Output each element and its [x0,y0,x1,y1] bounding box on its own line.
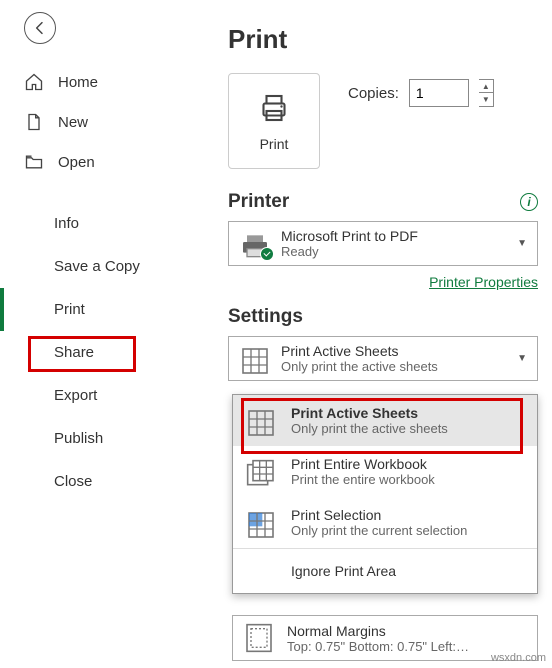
watermark: wsxdn.com [491,652,546,664]
nav-info[interactable]: Info [0,202,210,245]
nav-export[interactable]: Export [0,374,210,417]
workbook-icon [245,458,277,486]
copies-label: Copies: [348,85,399,102]
nav-save-copy[interactable]: Save a Copy [0,245,210,288]
print-what-dropdown[interactable]: Print Active Sheets Only print the activ… [228,336,538,381]
chevron-down-icon: ▼ [517,353,527,364]
print-what-sub: Only print the active sheets [281,359,511,374]
margins-title: Normal Margins [287,623,469,639]
nav-open[interactable]: Open [0,142,210,182]
printer-properties-link[interactable]: Printer Properties [429,274,538,290]
selection-icon [245,509,277,537]
option-title: Print Entire Workbook [291,456,435,472]
nav-publish[interactable]: Publish [0,417,210,460]
nav-print[interactable]: Print [0,288,210,331]
printer-status: Ready [281,244,511,259]
option-ignore-print-area[interactable]: Ignore Print Area [233,548,537,593]
sheets-icon [239,345,271,373]
nav-home[interactable]: Home [0,62,210,102]
printer-icon [256,90,292,126]
copies-spinner[interactable]: ▲ ▼ [479,79,494,107]
option-print-selection[interactable]: Print Selection Only print the current s… [233,497,537,548]
printer-device-icon [239,230,271,258]
margins-icon [243,622,275,654]
back-button[interactable] [24,12,56,44]
chevron-down-icon: ▼ [517,238,527,249]
spinner-down-icon[interactable]: ▼ [479,93,493,106]
annotation-highlight [28,336,136,372]
nav-label: Open [58,154,95,171]
arrow-left-icon [32,20,48,36]
margins-sub: Top: 0.75" Bottom: 0.75" Left:… [287,639,469,654]
copies-input[interactable] [409,79,469,107]
print-what-title: Print Active Sheets [281,343,511,359]
settings-section-title: Settings [228,306,303,328]
new-icon [24,112,44,132]
spinner-up-icon[interactable]: ▲ [479,80,493,93]
printer-dropdown[interactable]: Microsoft Print to PDF Ready ▼ [228,221,538,266]
print-button-label: Print [260,136,289,152]
nav-label: New [58,114,88,131]
ready-check-icon [260,247,274,261]
nav-new[interactable]: New [0,102,210,142]
nav-label: Home [58,74,98,91]
annotation-highlight [241,398,523,454]
option-sub: Only print the current selection [291,523,467,538]
sidebar: Home New Open Info Save a Copy Print Sha… [0,0,210,668]
home-icon [24,72,44,92]
option-sub: Print the entire workbook [291,472,435,487]
info-icon[interactable]: i [520,193,538,211]
printer-section-title: Printer [228,191,289,213]
nav-close[interactable]: Close [0,460,210,503]
print-button[interactable]: Print [228,73,320,169]
printer-name: Microsoft Print to PDF [281,228,511,244]
page-title: Print [228,24,538,55]
option-title: Print Selection [291,507,467,523]
open-icon [24,152,44,172]
